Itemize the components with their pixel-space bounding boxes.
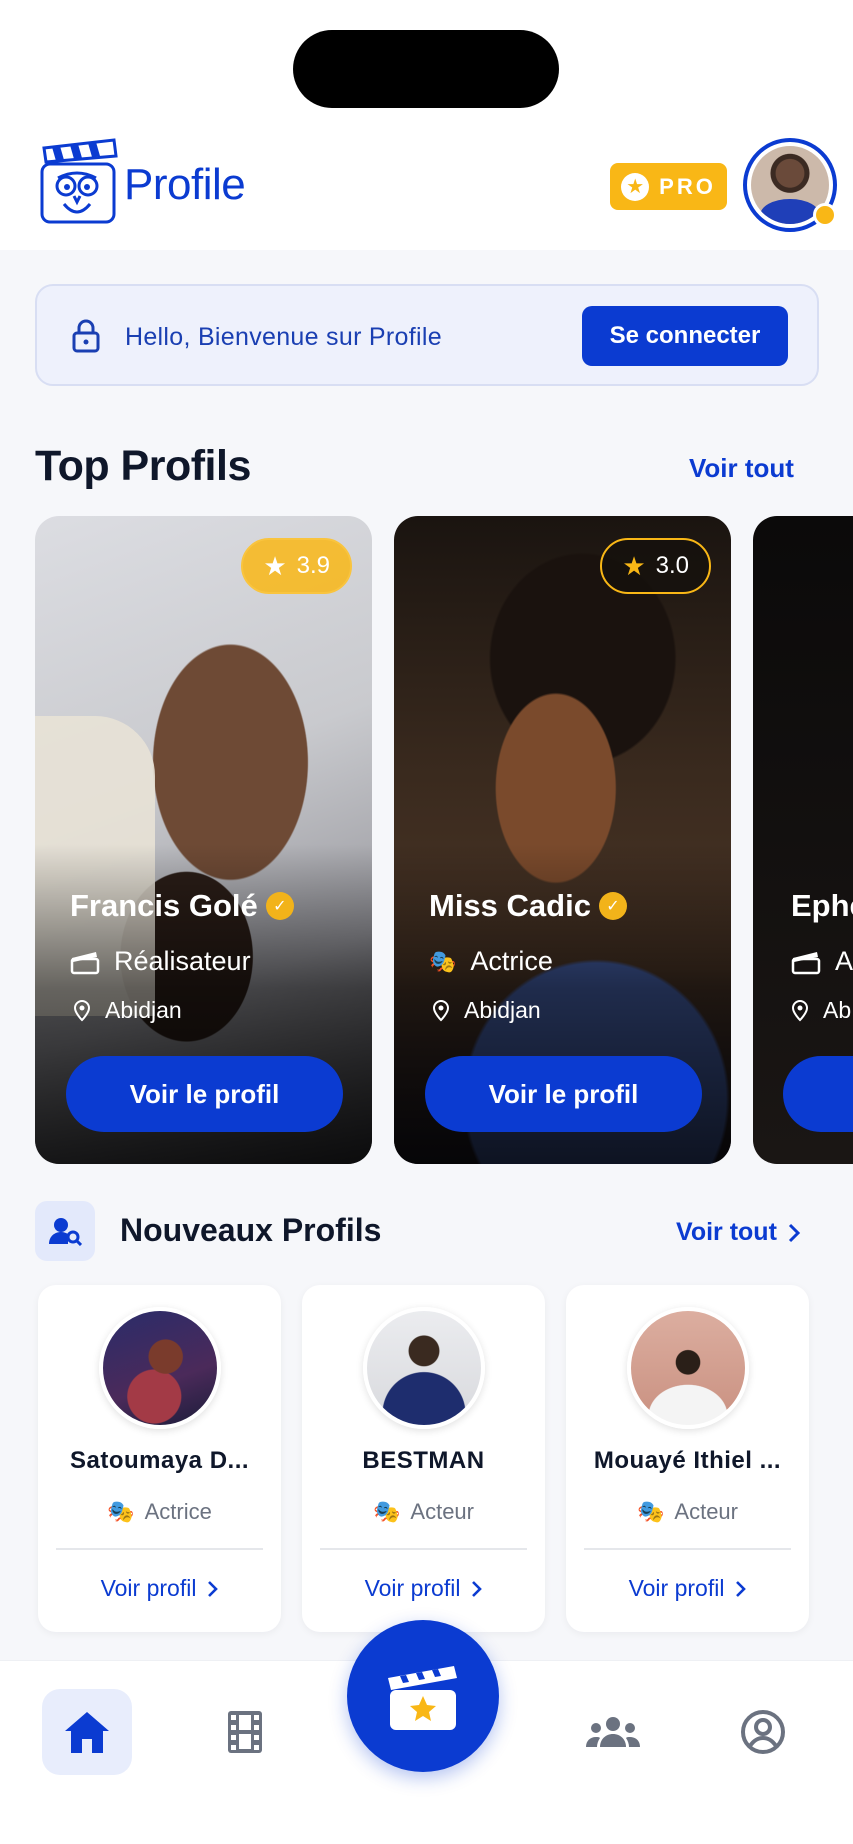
view-profile-label: Voir profil: [100, 1575, 197, 1601]
status-indicator: [813, 203, 837, 227]
welcome-banner: Hello, Bienvenue sur Profile Se connecte…: [35, 284, 819, 386]
new-profile-card[interactable]: Mouayé Ithiel ... 🎭 Acteur Voir profil: [566, 1285, 809, 1632]
divider: [584, 1548, 791, 1550]
app-screen: Profile ★ PRO Hello, Bienvenue sur Profi…: [0, 0, 853, 1844]
divider: [320, 1548, 527, 1550]
star-icon: ★: [263, 550, 287, 581]
tab-community[interactable]: [568, 1689, 658, 1775]
profile-name: BESTMAN: [362, 1447, 485, 1474]
user-search-icon: [35, 1201, 95, 1261]
profile-role-text: Acteur: [674, 1499, 738, 1524]
profile-location-text: Abidjan: [464, 997, 541, 1023]
view-profile-link[interactable]: Voir profil: [566, 1575, 809, 1602]
profile-role-text: Réalisateur: [114, 946, 251, 976]
profile-role: 🎭 Acteur: [302, 1499, 545, 1525]
theater-masks-icon: 🎭: [107, 1499, 135, 1524]
top-profiles-see-all-link[interactable]: Voir tout: [689, 453, 794, 484]
rating-badge: ★ 3.0: [600, 538, 711, 594]
verified-icon: ✓: [598, 892, 627, 920]
theater-masks-icon: 🎭: [429, 948, 457, 974]
clapperboard-icon: [70, 951, 100, 974]
profile-name: Francis Golé ✓: [70, 888, 294, 924]
star-icon: ★: [621, 172, 650, 201]
profile-role-text: A: [835, 946, 853, 976]
profile-location-text: Abidjan: [105, 997, 182, 1023]
top-profiles-title: Top Profils: [35, 442, 251, 490]
account-circle-icon: [741, 1710, 785, 1754]
view-profile-link[interactable]: Voir profil: [38, 1575, 281, 1602]
lock-icon: [72, 319, 100, 353]
tab-account[interactable]: [718, 1689, 808, 1775]
profile-role-text: Actrice: [144, 1499, 212, 1524]
clapperboard-star-icon: [388, 1666, 457, 1730]
casting-fab-button[interactable]: [347, 1620, 499, 1772]
see-all-label: Voir tout: [676, 1218, 777, 1246]
profile-role: Réalisateur: [70, 946, 251, 977]
pro-badge[interactable]: ★ PRO: [610, 163, 727, 210]
film-strip-icon: [228, 1711, 262, 1753]
location-pin-icon: [73, 999, 91, 1021]
view-profile-label: Voir profil: [364, 1575, 461, 1601]
star-icon: ★: [622, 550, 646, 581]
rating-value: 3.0: [655, 552, 689, 579]
chevron-right-icon: [788, 1223, 801, 1242]
view-profile-button[interactable]: Voir le profil: [66, 1056, 343, 1132]
profile-name: Mouayé Ithiel ...: [593, 1447, 782, 1474]
new-profile-card[interactable]: BESTMAN 🎭 Acteur Voir profil: [302, 1285, 545, 1632]
top-profile-card[interactable]: Ephe A Ab V: [753, 516, 853, 1164]
view-profile-button[interactable]: V: [783, 1056, 853, 1132]
pro-label: PRO: [659, 173, 716, 199]
profile-avatar: [627, 1307, 749, 1429]
profile-avatar: [363, 1307, 485, 1429]
top-profile-card[interactable]: ★ 3.0 Miss Cadic ✓ 🎭 Actrice Abidjan Voi…: [394, 516, 731, 1164]
profile-location: Abidjan: [432, 997, 541, 1024]
rating-badge: ★ 3.9: [241, 538, 352, 594]
profile-role: 🎭 Actrice: [429, 946, 553, 977]
profile-role-text: Acteur: [410, 1499, 474, 1524]
profile-name: Ephe: [791, 888, 853, 924]
location-pin-icon: [432, 999, 450, 1021]
chevron-right-icon: [472, 1580, 483, 1597]
chevron-right-icon: [208, 1580, 219, 1597]
location-pin-icon: [791, 999, 809, 1021]
new-profiles-title: Nouveaux Profils: [120, 1212, 382, 1248]
header: Profile ★ PRO: [0, 0, 853, 250]
profile-role: 🎭 Acteur: [566, 1499, 809, 1525]
profile-location: Abidjan: [73, 997, 182, 1024]
profile-location-text: Ab: [823, 997, 852, 1023]
tab-films[interactable]: [200, 1689, 290, 1775]
app-brand-title: Profile: [124, 160, 246, 209]
new-profiles-see-all-link[interactable]: Voir tout: [676, 1218, 801, 1247]
divider: [56, 1548, 263, 1550]
verified-icon: ✓: [265, 892, 294, 920]
team-icon: [586, 1717, 640, 1747]
owl-clapperboard-logo-icon: [40, 138, 118, 224]
profile-name-text: Ephe: [791, 888, 853, 923]
login-button[interactable]: Se connecter: [582, 306, 788, 366]
tab-home[interactable]: [42, 1689, 132, 1775]
view-profile-button[interactable]: Voir le profil: [425, 1056, 702, 1132]
profile-role: 🎭 Actrice: [38, 1499, 281, 1525]
profile-name: Satoumaya D...: [69, 1447, 250, 1474]
view-profile-label: Voir profil: [628, 1575, 725, 1601]
profile-name: Miss Cadic ✓: [429, 888, 627, 924]
profile-name-text: Francis Golé: [70, 888, 258, 923]
welcome-message: Hello, Bienvenue sur Profile: [125, 323, 442, 351]
clapperboard-icon: [791, 951, 821, 974]
theater-masks-icon: 🎭: [637, 1499, 665, 1524]
view-profile-link[interactable]: Voir profil: [302, 1575, 545, 1602]
home-icon: [65, 1712, 109, 1753]
top-profile-card[interactable]: ★ 3.9 Francis Golé ✓ Réalisateur Abidjan…: [35, 516, 372, 1164]
rating-value: 3.9: [296, 552, 330, 579]
profile-name-text: Miss Cadic: [429, 888, 591, 923]
profile-role: A: [791, 946, 853, 977]
theater-masks-icon: 🎭: [373, 1499, 401, 1524]
profile-role-text: Actrice: [470, 946, 553, 976]
new-profile-card[interactable]: Satoumaya D... 🎭 Actrice Voir profil: [38, 1285, 281, 1632]
profile-avatar: [99, 1307, 221, 1429]
chevron-right-icon: [736, 1580, 747, 1597]
dynamic-island: [293, 30, 559, 108]
profile-location: Ab: [791, 997, 851, 1024]
